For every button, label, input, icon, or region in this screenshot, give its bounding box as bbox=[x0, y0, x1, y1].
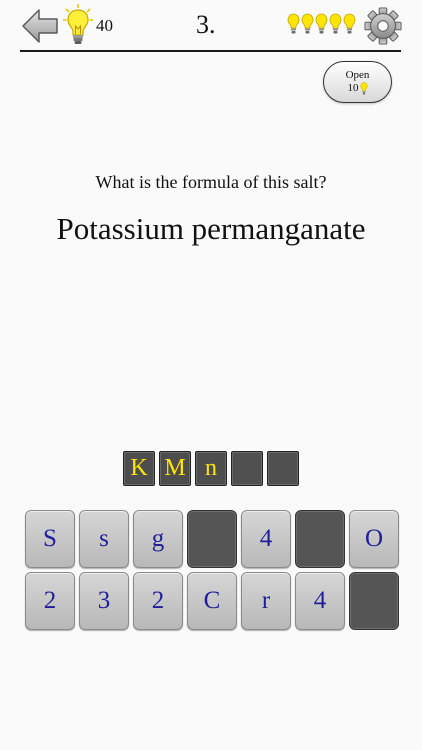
letter-key[interactable]: C bbox=[187, 572, 237, 630]
question-prompt: What is the formula of this salt? bbox=[95, 172, 327, 192]
answer-slot[interactable]: n bbox=[195, 451, 227, 486]
lightbulb-icon bbox=[360, 82, 367, 95]
salt-name: Potassium permanganate bbox=[56, 211, 366, 246]
life-bulb-icon bbox=[287, 13, 300, 34]
answer-slot[interactable]: K bbox=[123, 451, 155, 486]
life-bulb-icon bbox=[301, 13, 314, 34]
letter-key[interactable]: 4 bbox=[295, 572, 345, 630]
letter-key[interactable]: g bbox=[133, 510, 183, 568]
letter-key[interactable]: 3 bbox=[79, 572, 129, 630]
letter-keyboard-row-2: 2 3 2 C r 4 bbox=[25, 572, 399, 630]
answer-slot-empty[interactable] bbox=[267, 451, 299, 486]
letter-key[interactable]: S bbox=[25, 510, 75, 568]
letter-key[interactable]: O bbox=[349, 510, 399, 568]
letter-key[interactable]: 4 bbox=[241, 510, 291, 568]
life-bulb-icon bbox=[343, 13, 356, 34]
letter-key[interactable]: 2 bbox=[133, 572, 183, 630]
answer-slot-empty[interactable] bbox=[231, 451, 263, 486]
answer-slot[interactable]: M bbox=[159, 451, 191, 486]
gear-icon[interactable] bbox=[364, 7, 402, 45]
lightbulb-icon[interactable] bbox=[63, 4, 93, 48]
letter-keyboard-row-1: S s g 4 O bbox=[25, 510, 399, 568]
open-cost-value: 10 bbox=[347, 82, 359, 94]
top-bar: 40 3. bbox=[0, 0, 422, 52]
quiz-screen: 40 3. Open 10 What is the formula of thi… bbox=[0, 0, 422, 750]
answer-slots: K M n bbox=[123, 451, 299, 486]
letter-key-used bbox=[295, 510, 345, 568]
letter-key[interactable]: s bbox=[79, 510, 129, 568]
letter-key[interactable]: 2 bbox=[25, 572, 75, 630]
open-letter-button[interactable]: Open 10 bbox=[323, 61, 392, 103]
lives-indicator bbox=[287, 13, 356, 35]
back-arrow-icon[interactable] bbox=[20, 6, 60, 46]
life-bulb-icon bbox=[315, 13, 328, 34]
letter-key-used bbox=[187, 510, 237, 568]
letter-key[interactable]: r bbox=[241, 572, 291, 630]
header-divider bbox=[20, 50, 401, 52]
open-button-label: Open bbox=[345, 69, 370, 81]
letter-key-used bbox=[349, 572, 399, 630]
hint-count: 40 bbox=[96, 16, 113, 35]
open-cost: 10 bbox=[348, 82, 368, 95]
life-bulb-icon bbox=[329, 13, 342, 34]
level-number: 3. bbox=[196, 10, 216, 39]
